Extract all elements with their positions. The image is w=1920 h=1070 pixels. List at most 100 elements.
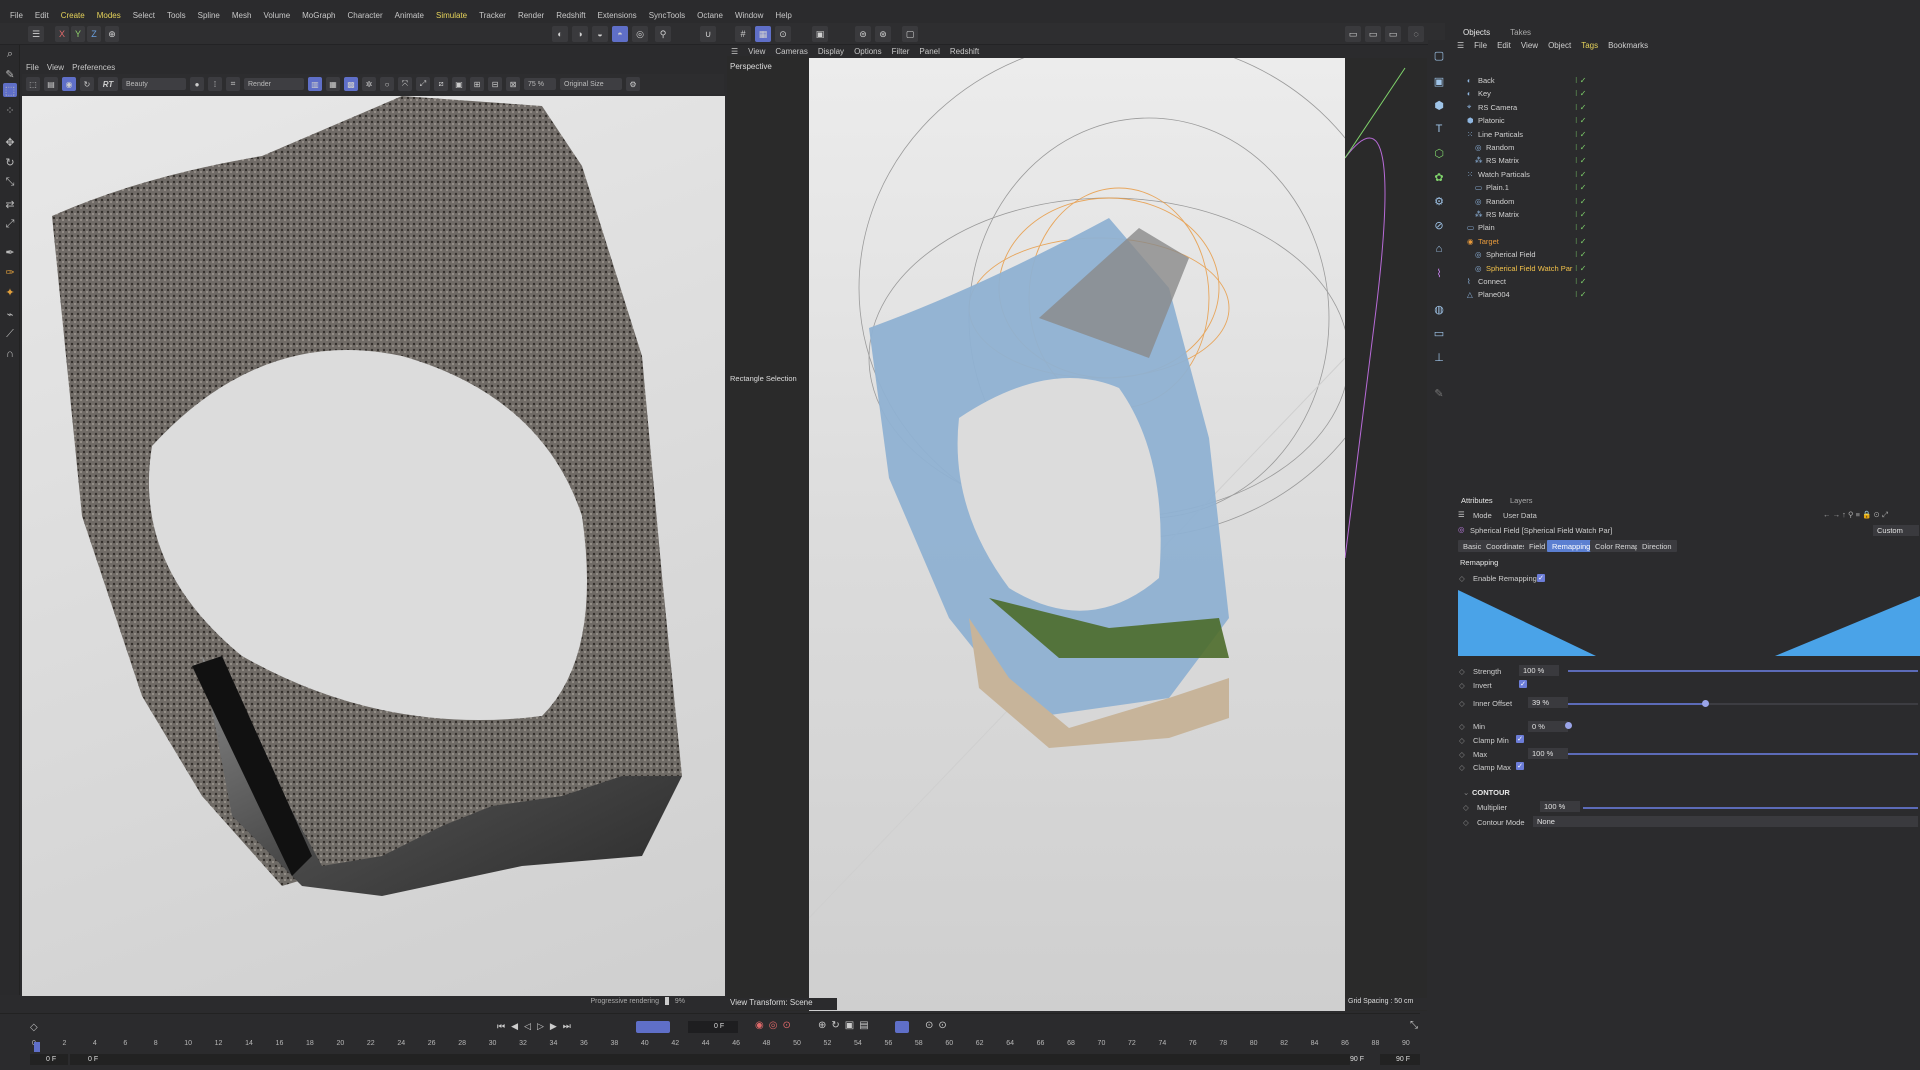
enable-remapping-checkbox[interactable]: ✓ [1537, 574, 1545, 582]
menu-simulate[interactable]: Simulate [430, 11, 473, 20]
vp-menu-hamburger-icon[interactable]: ☰ [731, 47, 738, 56]
grid-overlay-icon[interactable]: ⁞ [208, 77, 222, 91]
render-dropdown[interactable]: Render [244, 78, 304, 90]
render-button-icon[interactable]: ◉ [62, 77, 76, 91]
object-row[interactable]: ◎ Spherical Field ⁝ ✓ [1453, 248, 1920, 261]
layout-icon-3[interactable]: ▭ [1385, 26, 1401, 42]
coordinate-system-icon[interactable]: ⊕ [105, 26, 119, 42]
layout-icon-1[interactable]: ▭ [1345, 26, 1361, 42]
grid-icon[interactable]: # [735, 26, 751, 42]
move-icon[interactable]: ✥ [3, 135, 17, 149]
menu-tracker[interactable]: Tracker [473, 11, 512, 20]
keyframe-mode-icon[interactable]: ◇ [30, 1022, 38, 1033]
object-name[interactable]: RS Camera [1478, 103, 1517, 112]
max-slider[interactable] [1568, 753, 1918, 755]
layout-icon-4[interactable]: ◌ [1408, 26, 1424, 42]
remap-curve-graph[interactable] [1458, 590, 1920, 656]
render-menu-view[interactable]: View [47, 63, 64, 72]
attr-hamburger-icon[interactable]: ☰ [1458, 510, 1465, 519]
subtab-direction[interactable]: Direction [1637, 540, 1677, 552]
film-icon[interactable]: ▤ [44, 77, 58, 91]
visibility-check-icon[interactable]: ⁝ ✓ [1575, 89, 1586, 98]
tiles-icon[interactable]: ▦ [326, 77, 340, 91]
attr-menu-userdata[interactable]: User Data [1503, 511, 1537, 520]
layout-icon-2[interactable]: ▭ [1365, 26, 1381, 42]
exposure-icon[interactable]: ● [190, 77, 204, 91]
object-name[interactable]: Key [1478, 89, 1491, 98]
menu-render[interactable]: Render [512, 11, 550, 20]
visibility-check-icon[interactable]: ⁝ ✓ [1575, 237, 1586, 246]
viewport-solo-icon[interactable]: ▣ [812, 26, 828, 42]
object-name[interactable]: Platonic [1478, 116, 1505, 125]
lock-region-icon[interactable]: ▥ [308, 77, 322, 91]
attr-menu-mode[interactable]: Mode [1473, 511, 1492, 520]
object-row[interactable]: ⬢ Platonic ⁝ ✓ [1453, 114, 1920, 127]
zoom-dropdown[interactable]: 75 % [524, 78, 556, 90]
max-field[interactable]: 100 % [1528, 748, 1568, 759]
object-name[interactable]: Watch Particals [1478, 170, 1530, 179]
tab-layers[interactable]: Layers [1510, 496, 1533, 505]
menu-edit[interactable]: Edit [29, 11, 55, 20]
menu-tools[interactable]: Tools [161, 11, 192, 20]
preview-range-bar[interactable]: 0 F [70, 1054, 1350, 1065]
clear-icon[interactable]: ⊠ [506, 77, 520, 91]
objects-menu-bookmarks[interactable]: Bookmarks [1608, 41, 1648, 50]
frame-ruler[interactable]: 0246810121416182022242628303234363840424… [32, 1040, 1422, 1052]
snowflake-icon[interactable]: ✲ [362, 77, 376, 91]
invert-keyframe-icon[interactable]: ◇ [1459, 681, 1465, 690]
multiplier-field[interactable]: 100 % [1540, 801, 1580, 812]
strength-slider[interactable] [1568, 670, 1918, 672]
playback-controls[interactable]: ⏮◀◁▷▶⏭ [497, 1021, 577, 1032]
clamp-min-checkbox[interactable]: ✓ [1516, 735, 1524, 743]
object-row[interactable]: ◐ Key ⁝ ✓ [1453, 87, 1920, 100]
menu-synctools[interactable]: SyncTools [643, 11, 691, 20]
clamp-max-keyframe-icon[interactable]: ◇ [1459, 763, 1465, 772]
perspective-viewport[interactable] [809, 58, 1345, 1011]
compare-icon[interactable]: ⧄ [434, 77, 448, 91]
preset-dropdown[interactable]: Custom [1873, 525, 1919, 536]
knife-icon[interactable]: ⟋ [3, 327, 17, 341]
autokey-icon[interactable] [895, 1021, 909, 1033]
contour-collapse-icon[interactable]: ⌄ [1463, 788, 1469, 797]
vp-menu-options[interactable]: Options [854, 47, 882, 56]
objects-menu-file[interactable]: File [1474, 41, 1487, 50]
object-name[interactable]: Plane004 [1478, 290, 1510, 299]
min-field[interactable]: 0 % [1528, 721, 1568, 732]
object-row[interactable]: ⁂ RS Matrix ⁝ ✓ [1453, 208, 1920, 221]
lock-icon[interactable]: ⊙ [775, 26, 791, 42]
start-frame-field[interactable]: 0 F [30, 1054, 68, 1065]
live-select-icon[interactable]: ⁘ [3, 103, 17, 117]
current-frame-field[interactable]: 0 F [688, 1021, 738, 1033]
light-object-icon[interactable]: ◍ [1432, 302, 1446, 316]
vp-menu-display[interactable]: Display [818, 47, 844, 56]
bucket-icon[interactable]: ▩ [344, 77, 358, 91]
render-region-icon[interactable]: ◎ [632, 26, 648, 42]
scale-icon[interactable]: ⤡ [3, 175, 17, 189]
menu-file[interactable]: File [4, 11, 29, 20]
crop-icon[interactable]: ⌗ [226, 77, 240, 91]
visibility-check-icon[interactable]: ⁝ ✓ [1575, 223, 1586, 232]
tab-objects[interactable]: Objects [1453, 26, 1500, 39]
object-name[interactable]: Random [1486, 143, 1514, 152]
min-slider-knob[interactable] [1565, 722, 1572, 729]
object-row[interactable]: ◎ Random ⁝ ✓ [1453, 141, 1920, 154]
object-row[interactable]: ⌖ RS Camera ⁝ ✓ [1453, 101, 1920, 114]
menu-octane[interactable]: Octane [691, 11, 729, 20]
object-name[interactable]: Plain [1478, 223, 1495, 232]
vp-menu-cameras[interactable]: Cameras [775, 47, 807, 56]
object-row[interactable]: ◉ Target ⁝ ✓ [1453, 235, 1920, 248]
light-icon[interactable]: ⊛ [875, 26, 891, 42]
generator-icon[interactable]: ⬡ [1432, 146, 1446, 160]
object-name[interactable]: Connect [1478, 277, 1506, 286]
snap-icon[interactable]: ⚲ [655, 26, 671, 42]
visibility-check-icon[interactable]: ⁝ ✓ [1575, 277, 1586, 286]
inner-offset-keyframe-icon[interactable]: ◇ [1459, 699, 1465, 708]
visibility-check-icon[interactable]: ⁝ ✓ [1575, 290, 1586, 299]
vp-menu-panel[interactable]: Panel [919, 47, 939, 56]
scene-icon[interactable]: ⌂ [1432, 242, 1446, 256]
vp-menu-redshift[interactable]: Redshift [950, 47, 979, 56]
visibility-check-icon[interactable]: ⁝ ✓ [1575, 250, 1586, 259]
subtab-remapping[interactable]: Remapping [1547, 540, 1596, 552]
circle-icon[interactable]: ○ [380, 77, 394, 91]
multiplier-keyframe-icon[interactable]: ◇ [1463, 803, 1469, 812]
